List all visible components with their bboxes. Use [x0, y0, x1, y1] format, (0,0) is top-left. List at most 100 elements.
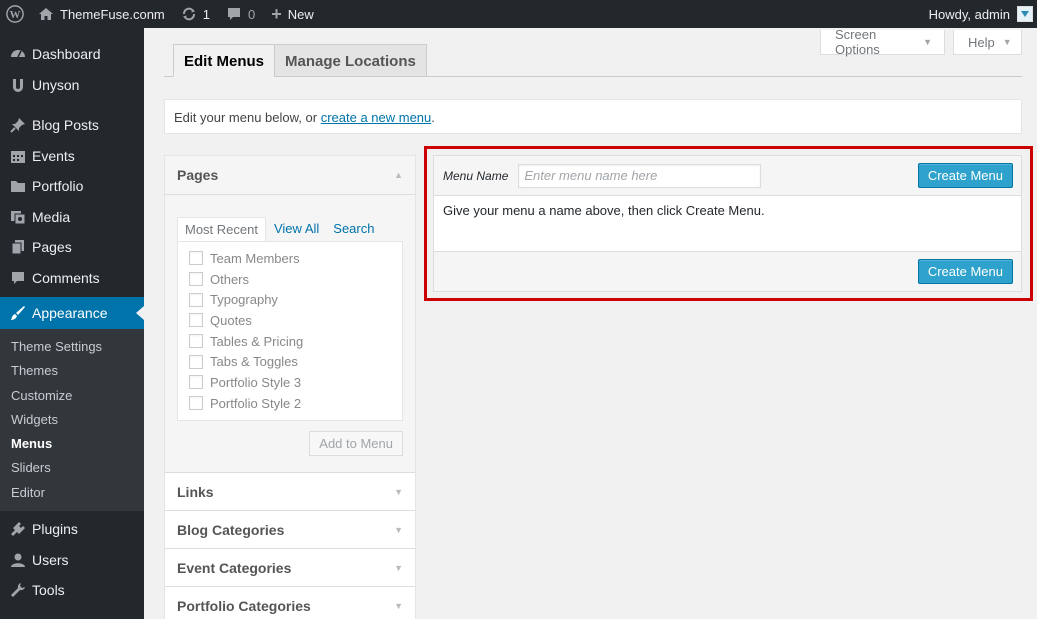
- notice-suffix: .: [431, 110, 435, 125]
- page-checkbox[interactable]: [189, 292, 203, 307]
- accordion-pages-header[interactable]: Pages ▲: [165, 156, 415, 195]
- accordion-title: Event Categories: [177, 559, 292, 576]
- admin-sidebar: Dashboard Unyson Blog Posts Events Portf…: [0, 28, 144, 619]
- sidebar-item-users[interactable]: Users: [0, 545, 144, 576]
- accordion-event-categories-header[interactable]: Event Categories ▼: [165, 549, 415, 587]
- page-checkbox[interactable]: [189, 272, 203, 287]
- page-checkbox[interactable]: [189, 354, 203, 369]
- page-checkbox[interactable]: [189, 375, 203, 390]
- page-label[interactable]: Portfolio Style 2: [210, 396, 301, 411]
- sidebar-item-events[interactable]: Events: [0, 141, 144, 172]
- updates-link[interactable]: 1: [173, 0, 218, 28]
- sidebar-item-comments[interactable]: Comments: [0, 263, 144, 294]
- pages-icon: [8, 237, 28, 257]
- accordion-blog-categories-header[interactable]: Blog Categories ▼: [165, 511, 415, 549]
- tab-most-recent[interactable]: Most Recent: [177, 217, 266, 241]
- sidebar-item-blog-posts[interactable]: Blog Posts: [0, 110, 144, 141]
- accordion-title: Links: [177, 483, 214, 500]
- sidebar-item-label: Comments: [32, 269, 100, 286]
- list-item: Tabs & Toggles: [189, 351, 391, 372]
- list-item: Tables & Pricing: [189, 331, 391, 352]
- accordion-links-header[interactable]: Links ▼: [165, 473, 415, 511]
- submenu-customize[interactable]: Customize: [0, 384, 144, 408]
- media-icon: [8, 207, 28, 227]
- menu-instructions: Give your menu a name above, then click …: [443, 203, 765, 218]
- page-checkbox[interactable]: [189, 251, 203, 266]
- main-content: Screen Options ▼ Help ▼ Edit Menus Manag…: [144, 27, 1037, 619]
- submenu-menus[interactable]: Menus: [0, 432, 144, 456]
- create-menu-button-top[interactable]: Create Menu: [917, 163, 1013, 188]
- menu-editor-header: Menu Name Create Menu: [434, 156, 1021, 196]
- plus-icon: +: [271, 3, 282, 24]
- site-name: ThemeFuse.conm: [60, 6, 165, 22]
- page-label[interactable]: Quotes: [210, 313, 252, 328]
- list-item: Portfolio Style 3: [189, 372, 391, 393]
- sidebar-item-label: Media: [32, 208, 71, 225]
- wordpress-logo-icon[interactable]: W: [0, 0, 30, 28]
- pin-icon: [8, 115, 28, 135]
- sidebar-item-plugins[interactable]: Plugins: [0, 514, 144, 545]
- submenu-widgets[interactable]: Widgets: [0, 408, 144, 432]
- page-label[interactable]: Team Members: [210, 251, 300, 266]
- submenu-editor[interactable]: Editor: [0, 481, 144, 505]
- sidebar-item-tools[interactable]: Tools: [0, 575, 144, 606]
- sidebar-item-label: Unyson: [32, 76, 80, 93]
- page-label[interactable]: Typography: [210, 292, 278, 307]
- add-to-menu-button[interactable]: Add to Menu: [309, 431, 403, 456]
- menu-name-input[interactable]: [518, 163, 762, 188]
- tab-edit-menus[interactable]: Edit Menus: [173, 44, 276, 77]
- list-item: Typography: [189, 289, 391, 310]
- submenu-themes[interactable]: Themes: [0, 359, 144, 383]
- create-new-menu-link[interactable]: create a new menu: [321, 110, 432, 125]
- arrow-down-icon: ▼: [394, 524, 403, 535]
- tab-manage-locations[interactable]: Manage Locations: [274, 44, 427, 77]
- svg-text:W: W: [10, 9, 21, 21]
- sidebar-item-portfolio[interactable]: Portfolio: [0, 171, 144, 202]
- accordion-title: Pages: [177, 167, 219, 183]
- page-checkbox[interactable]: [189, 334, 203, 349]
- page-label[interactable]: Others: [210, 272, 249, 287]
- sidebar-item-appearance[interactable]: Appearance: [0, 297, 144, 329]
- sidebar-item-label: Portfolio: [32, 178, 84, 195]
- tab-view-all[interactable]: View All: [268, 217, 325, 241]
- sidebar-item-label: Dashboard: [32, 46, 101, 63]
- menu-editor: Menu Name Create Menu Give your menu a n…: [433, 155, 1022, 292]
- pages-sub-tabs: Most Recent View All Search: [177, 217, 403, 241]
- site-name-link[interactable]: ThemeFuse.conm: [30, 0, 173, 28]
- plug-icon: [8, 519, 28, 539]
- sidebar-item-label: Blog Posts: [32, 117, 99, 134]
- sidebar-item-unyson[interactable]: Unyson: [0, 70, 144, 101]
- menu-editor-footer: Create Menu: [434, 252, 1021, 291]
- arrow-up-icon: ▲: [394, 170, 403, 180]
- sidebar-item-pages[interactable]: Pages: [0, 232, 144, 263]
- page-checkbox[interactable]: [189, 396, 203, 411]
- home-icon: [38, 6, 54, 22]
- page-label[interactable]: Tables & Pricing: [210, 334, 303, 349]
- nav-tabs: Edit Menus Manage Locations: [164, 44, 1022, 77]
- arrow-down-icon: ▼: [394, 562, 403, 573]
- accordion-portfolio-categories-header[interactable]: Portfolio Categories ▼: [165, 587, 415, 619]
- menu-editor-body: Give your menu a name above, then click …: [434, 196, 1021, 252]
- sidebar-item-dashboard[interactable]: Dashboard: [0, 39, 144, 70]
- dashboard-icon: [8, 44, 28, 64]
- sidebar-item-label: Plugins: [32, 521, 78, 538]
- my-account[interactable]: Howdy, admin: [921, 0, 1037, 28]
- create-menu-button-bottom[interactable]: Create Menu: [917, 259, 1013, 284]
- howdy-text: Howdy, admin: [928, 6, 1010, 22]
- calendar-icon: [8, 146, 28, 166]
- sidebar-item-media[interactable]: Media: [0, 202, 144, 233]
- page-label[interactable]: Portfolio Style 3: [210, 375, 301, 390]
- admin-bar: W ThemeFuse.conm 1 0 + New Howdy, admin: [0, 0, 1037, 28]
- comments-link[interactable]: 0: [218, 0, 263, 28]
- new-content-link[interactable]: + New: [263, 0, 322, 28]
- updates-count: 1: [202, 6, 210, 22]
- tab-search[interactable]: Search: [327, 217, 380, 241]
- submenu-theme-settings[interactable]: Theme Settings: [0, 335, 144, 359]
- wrench-icon: [8, 580, 28, 600]
- submenu-sliders[interactable]: Sliders: [0, 456, 144, 480]
- brush-icon: [8, 303, 28, 323]
- accordion-pages-body: Most Recent View All Search Team Members…: [165, 195, 415, 473]
- page-label[interactable]: Tabs & Toggles: [210, 354, 298, 369]
- page-checkbox[interactable]: [189, 313, 203, 328]
- comment-icon: [8, 268, 28, 288]
